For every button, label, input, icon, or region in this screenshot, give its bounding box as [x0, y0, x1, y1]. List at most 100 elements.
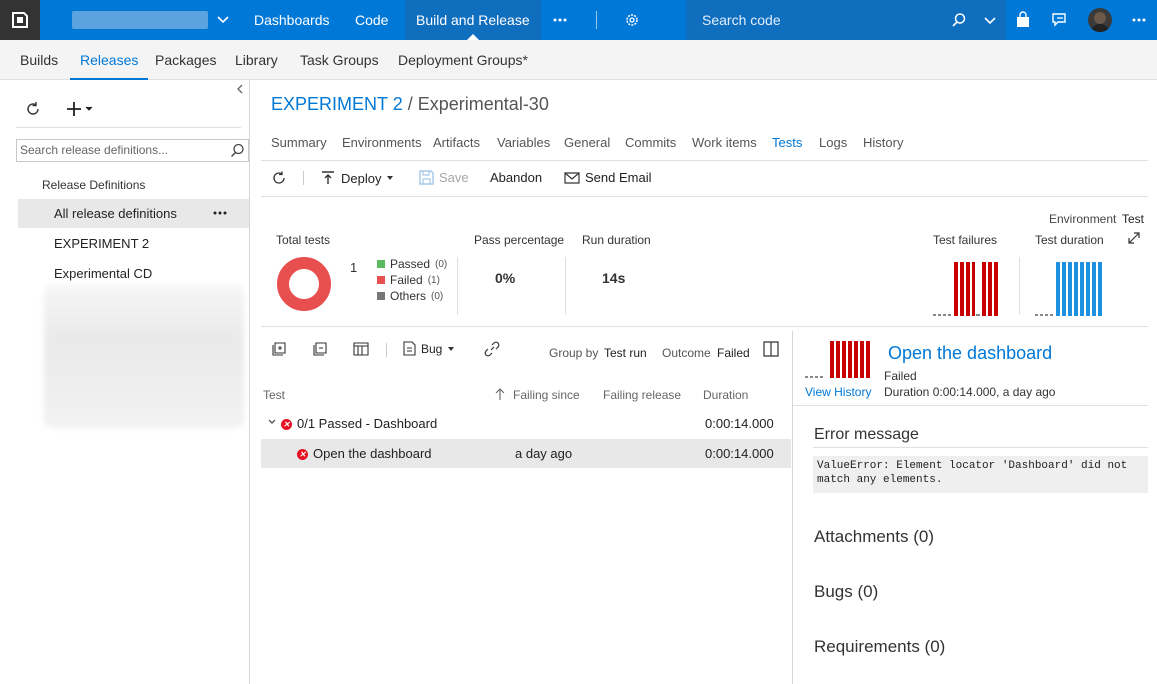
- refresh-icon[interactable]: [271, 170, 287, 189]
- detail-title-link[interactable]: Open the dashboard: [888, 343, 1052, 364]
- blurred-area: [44, 285, 244, 428]
- save-label: Save: [439, 170, 469, 185]
- tab-history[interactable]: History: [863, 135, 903, 150]
- test-duration-trend[interactable]: [1035, 258, 1107, 318]
- more-icon[interactable]: [552, 9, 568, 32]
- table-group-row[interactable]: ✕ 0/1 Passed - Dashboard 0:00:14.000: [261, 409, 791, 438]
- legend-failed-label: Failed: [390, 273, 423, 287]
- tab-general[interactable]: General: [564, 135, 610, 150]
- sort-up-icon[interactable]: [494, 387, 506, 404]
- abandon-button[interactable]: Abandon: [490, 170, 542, 185]
- test-failures-trend[interactable]: [933, 258, 1005, 318]
- search-chevron-down-icon[interactable]: [983, 11, 997, 32]
- add-definition-button[interactable]: [66, 99, 96, 122]
- requirements-heading[interactable]: Requirements (0): [814, 637, 945, 657]
- expand-icon[interactable]: [1127, 231, 1141, 248]
- project-selector-blurred[interactable]: [72, 11, 208, 29]
- tab-commits[interactable]: Commits: [625, 135, 676, 150]
- column-failing-release[interactable]: Failing release: [603, 388, 681, 402]
- tab-builds[interactable]: Builds: [20, 40, 58, 80]
- legend-others: Others (0): [377, 289, 443, 303]
- top-bar: Dashboards Code Build and Release Search…: [0, 0, 1157, 40]
- attachments-heading[interactable]: Attachments (0): [814, 527, 934, 547]
- tab-variables[interactable]: Variables: [497, 135, 550, 150]
- tab-environments[interactable]: Environments: [342, 135, 421, 150]
- failed-swatch: [377, 276, 385, 284]
- tab-task-groups[interactable]: Task Groups: [300, 40, 379, 80]
- group-by-label: Group by: [549, 346, 599, 360]
- tab-deployment-groups[interactable]: Deployment Groups*: [398, 40, 528, 80]
- bugs-heading[interactable]: Bugs (0): [814, 582, 878, 602]
- tab-summary[interactable]: Summary: [271, 135, 327, 150]
- deploy-label: Deploy: [341, 170, 382, 186]
- view-history-link[interactable]: View History: [805, 385, 871, 399]
- chevron-down-icon[interactable]: [216, 10, 230, 33]
- nav-dashboards[interactable]: Dashboards: [254, 0, 330, 40]
- legend-passed-count: (0): [435, 258, 448, 270]
- divider: [261, 326, 1148, 327]
- divider: [386, 343, 387, 357]
- tab-artifacts[interactable]: Artifacts: [433, 135, 480, 150]
- gear-icon[interactable]: [624, 12, 640, 31]
- definition-experiment-2[interactable]: EXPERIMENT 2: [18, 229, 249, 258]
- collapse-all-icon[interactable]: [312, 341, 328, 360]
- send-email-button[interactable]: Send Email: [564, 170, 651, 185]
- column-options-icon[interactable]: [353, 341, 369, 360]
- save-button[interactable]: Save: [419, 170, 469, 185]
- tab-packages[interactable]: Packages: [155, 40, 216, 80]
- passed-swatch: [377, 260, 385, 268]
- more-icon[interactable]: [212, 204, 228, 225]
- test-history-trend[interactable]: [805, 340, 873, 380]
- definition-experimental-cd[interactable]: Experimental CD: [18, 259, 249, 288]
- collapse-chevron-left-icon[interactable]: [235, 83, 245, 98]
- error-message-heading[interactable]: Error message: [814, 426, 919, 444]
- vsts-logo-icon[interactable]: [0, 0, 40, 40]
- outcome-value[interactable]: Failed: [717, 346, 750, 360]
- chevron-down-icon[interactable]: [267, 415, 277, 430]
- marketplace-bag-icon[interactable]: [1015, 11, 1031, 32]
- chevron-down-icon: [387, 176, 394, 180]
- breadcrumb-project-link[interactable]: EXPERIMENT 2: [271, 94, 403, 114]
- legend-others-label: Others: [390, 289, 427, 303]
- tab-logs[interactable]: Logs: [819, 135, 847, 150]
- more-options-icon[interactable]: [1131, 9, 1147, 32]
- detail-duration: Duration 0:00:14.000, a day ago: [884, 385, 1056, 399]
- toggle-details-pane-icon[interactable]: [763, 341, 779, 360]
- column-failing-since[interactable]: Failing since: [513, 388, 580, 402]
- test-duration: 0:00:14.000: [705, 446, 774, 461]
- divider: [793, 405, 1148, 406]
- environment-value[interactable]: Test: [1122, 212, 1144, 226]
- pane-splitter[interactable]: [792, 331, 793, 684]
- search-icon[interactable]: [951, 12, 967, 31]
- others-swatch: [377, 292, 385, 300]
- bug-icon: [403, 341, 416, 356]
- tab-tests[interactable]: Tests: [772, 135, 802, 150]
- group-by-value[interactable]: Test run: [604, 346, 647, 360]
- send-email-label: Send Email: [585, 170, 652, 185]
- error-message-text: ValueError: Element locator 'Dashboard' …: [813, 456, 1148, 493]
- nav-code[interactable]: Code: [355, 0, 388, 40]
- table-row[interactable]: ✕ Open the dashboard a day ago 0:00:14.0…: [261, 439, 791, 468]
- search-definitions-input[interactable]: Search release definitions...: [16, 139, 249, 162]
- link-icon[interactable]: [484, 341, 500, 360]
- avatar[interactable]: [1088, 8, 1112, 32]
- tab-library[interactable]: Library: [235, 40, 278, 80]
- deploy-button[interactable]: Deploy: [320, 170, 394, 186]
- expand-all-icon[interactable]: [271, 341, 287, 360]
- failed-icon: ✕: [297, 446, 308, 461]
- refresh-icon[interactable]: [24, 100, 42, 121]
- section-title: Release Definitions: [42, 178, 146, 192]
- tab-work-items[interactable]: Work items: [692, 135, 757, 150]
- search-icon[interactable]: [230, 143, 245, 161]
- feedback-icon[interactable]: [1051, 11, 1069, 32]
- divider: [261, 196, 1148, 197]
- legend-others-count: (0): [431, 290, 444, 302]
- tab-releases[interactable]: Releases: [69, 40, 149, 80]
- bug-button[interactable]: Bug: [403, 341, 455, 356]
- breadcrumb-release: Experimental-30: [417, 94, 549, 114]
- column-duration[interactable]: Duration: [703, 388, 748, 402]
- nav-build-and-release[interactable]: Build and Release: [405, 0, 541, 40]
- divider: [596, 11, 597, 29]
- legend-failed-count: (1): [427, 274, 440, 286]
- column-test[interactable]: Test: [263, 388, 285, 402]
